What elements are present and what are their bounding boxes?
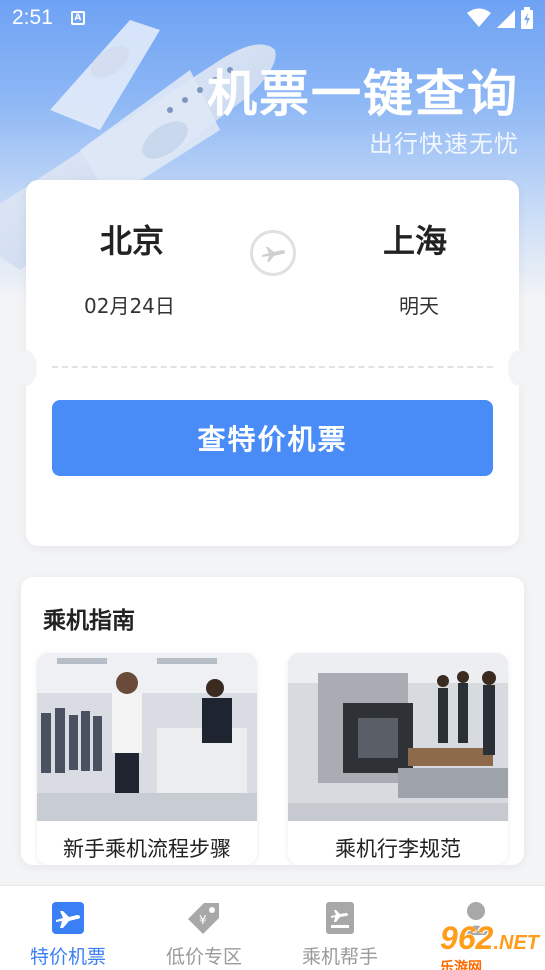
notification-a-icon: A: [70, 11, 85, 25]
page-title: 机票一键查询: [207, 65, 519, 123]
ticket-divider: [52, 366, 493, 368]
tab-low-price-zone[interactable]: ¥ 低价专区: [136, 886, 272, 970]
ticket-notch: [508, 350, 530, 386]
tab-special-tickets[interactable]: 特价机票: [0, 886, 136, 970]
swap-cities-button[interactable]: [250, 230, 296, 276]
ticket-notch: [15, 350, 37, 386]
battery-icon: [521, 7, 533, 29]
arrival-date[interactable]: 明天: [399, 290, 439, 319]
flight-document-icon: [326, 902, 354, 934]
tab-label: 低价专区: [165, 946, 242, 968]
signal-icon: [497, 10, 515, 28]
tab-flight-helper[interactable]: 乘机帮手: [272, 886, 408, 970]
tab-label: 乘机帮手: [301, 946, 378, 968]
departure-date[interactable]: 02月24日: [84, 290, 175, 319]
guide-card-label: 新手乘机流程步骤: [63, 837, 231, 861]
departure-city[interactable]: 北京: [100, 216, 164, 262]
svg-text:¥: ¥: [199, 913, 207, 927]
price-tag-icon: ¥: [188, 903, 219, 934]
arrival-city[interactable]: 上海: [383, 216, 447, 262]
status-time: 2:51: [12, 6, 53, 29]
page-subtitle: 出行快速无忧: [369, 130, 519, 158]
flight-search-card: 北京 上海 02月24日 明天 查特价机票: [15, 180, 530, 546]
section-title: 乘机指南: [43, 608, 135, 634]
watermark-logo: 962.NET 乐游网: [440, 920, 539, 970]
flight-ticket-icon: [52, 902, 84, 934]
airplane-icon: [262, 247, 285, 262]
baggage-scanner-photo: [288, 653, 508, 821]
status-bar: 2:51 A: [0, 0, 545, 36]
guide-card-label: 乘机行李规范: [335, 837, 461, 861]
checkin-photo: [37, 653, 257, 821]
search-flights-button[interactable]: 查特价机票: [52, 400, 493, 476]
guide-card-checkin[interactable]: 新手乘机流程步骤: [37, 653, 257, 865]
wifi-icon: [467, 8, 491, 27]
tab-label: 特价机票: [29, 946, 106, 968]
boarding-guide-section: 乘机指南 新手乘机流程步骤 乘机行李规范: [21, 577, 524, 865]
guide-card-baggage[interactable]: 乘机行李规范: [288, 653, 508, 865]
